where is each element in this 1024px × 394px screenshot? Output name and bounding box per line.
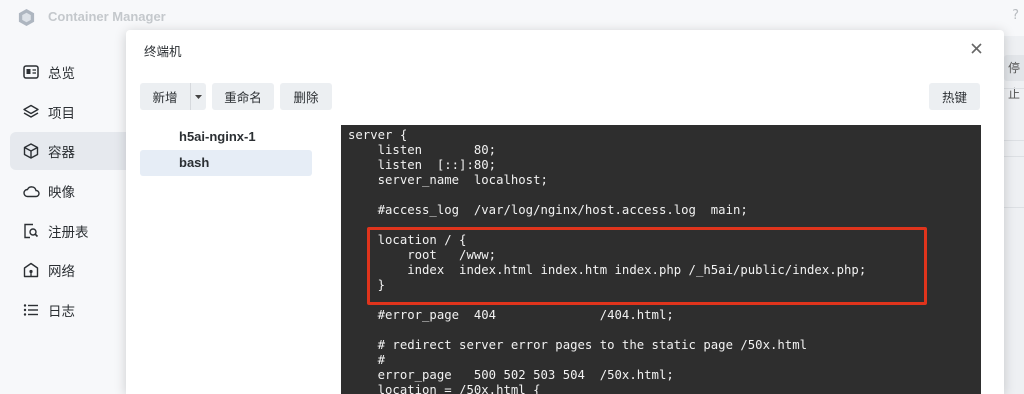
sidebar-item-label: 项目: [48, 106, 75, 122]
sidebar-item-logs[interactable]: 日志: [10, 291, 126, 329]
terminal-line: # redirect server error pages to the sta…: [348, 338, 808, 352]
sidebar-item-label: 注册表: [48, 225, 89, 241]
session-list: h5ai-nginx-1 bash: [140, 124, 312, 176]
terminal-line: server {: [348, 128, 408, 142]
sidebar-item-containers[interactable]: 容器: [10, 132, 126, 170]
close-icon: [970, 42, 982, 54]
help-icon[interactable]: ?: [1012, 8, 1019, 23]
sidebar-item-label: 映像: [48, 185, 75, 201]
rename-button[interactable]: 重命名: [212, 83, 274, 110]
background-divider: [1004, 88, 1024, 89]
terminal-line: server_name localhost;: [348, 173, 548, 187]
app-title: Container Manager: [48, 9, 166, 24]
terminal-line: #access_log /var/log/nginx/host.access.l…: [348, 203, 748, 217]
layers-icon: [22, 103, 40, 121]
sidebar-item-projects[interactable]: 项目: [10, 93, 126, 131]
close-button[interactable]: [966, 38, 986, 58]
terminal-dialog: 终端机 新增 重命名 删除 热键 h5ai-nginx-1 bash serve…: [126, 30, 1004, 394]
terminal-line: listen 80;: [348, 143, 497, 157]
terminal-line: #: [348, 353, 386, 367]
background-divider: [1004, 207, 1024, 208]
background-divider: [1004, 140, 1024, 141]
delete-button[interactable]: 删除: [280, 83, 332, 110]
registry-search-icon: [22, 222, 40, 240]
sidebar-item-label: 日志: [48, 304, 75, 320]
terminal-line: #error_page 404 /404.html;: [348, 308, 674, 322]
container-manager-logo-icon: [18, 8, 35, 27]
session-item-bash[interactable]: bash: [140, 150, 312, 176]
sidebar-item-registry[interactable]: 注册表: [10, 212, 126, 250]
add-dropdown-button[interactable]: [190, 83, 206, 110]
sidebar-item-label: 总览: [48, 66, 75, 82]
dialog-title: 终端机: [144, 44, 182, 59]
terminal-line: error_page 500 502 503 504 /50x.html;: [348, 368, 674, 382]
sidebar: 总览 项目 容器 映像 注册表 网络 日志: [0, 36, 126, 394]
stop-button[interactable]: 停止: [1004, 55, 1024, 101]
cube-icon: [22, 142, 40, 160]
sidebar-item-overview[interactable]: 总览: [10, 53, 126, 91]
terminal-line: location = /50x.html {: [348, 383, 541, 394]
sidebar-item-network[interactable]: 网络: [10, 251, 126, 289]
sidebar-item-images[interactable]: 映像: [10, 172, 126, 210]
highlight-annotation-box: [367, 227, 927, 305]
terminal-line: listen [::]:80;: [348, 158, 497, 172]
sidebar-item-label: 容器: [48, 145, 75, 161]
background-divider: [1004, 156, 1024, 157]
hotkeys-button[interactable]: 热键: [929, 83, 980, 110]
terminal-output[interactable]: server { listen 80; listen [::]:80; serv…: [341, 125, 981, 394]
cloud-icon: [22, 182, 40, 200]
session-item-h5ai-nginx-1[interactable]: h5ai-nginx-1: [140, 124, 312, 150]
list-icon: [22, 301, 40, 319]
add-button[interactable]: 新增: [140, 83, 190, 110]
caret-down-icon: [195, 94, 202, 99]
network-home-icon: [22, 261, 40, 279]
overview-icon: [22, 63, 40, 81]
sidebar-item-label: 网络: [48, 264, 75, 280]
